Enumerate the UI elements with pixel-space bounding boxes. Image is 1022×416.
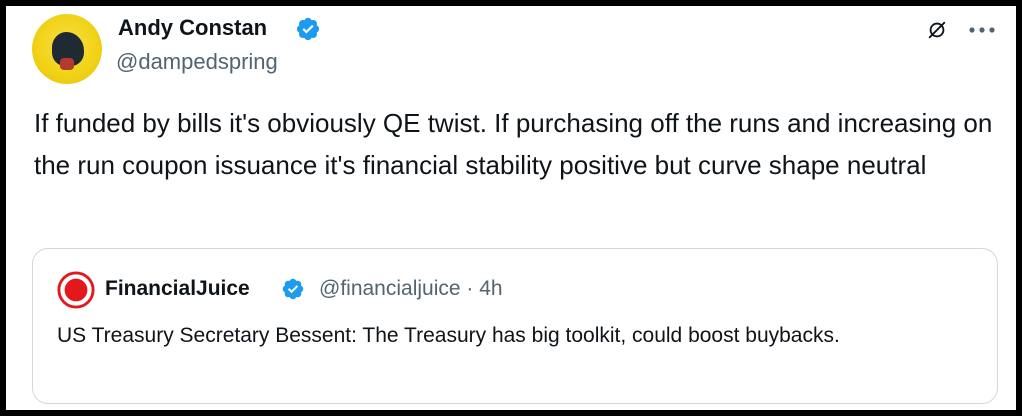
financialjuice-logo-icon[interactable] xyxy=(57,271,95,309)
quoted-timestamp[interactable]: 4h xyxy=(479,277,502,300)
tweet-text: If funded by bills it's obviously QE twi… xyxy=(34,108,993,180)
quoted-author-handle[interactable]: @financialjuice xyxy=(319,277,461,300)
verified-badge-icon xyxy=(296,17,320,41)
author-name[interactable]: Andy Constan xyxy=(118,14,267,42)
quoted-tweet-text: US Treasury Secretary Bessent: The Treas… xyxy=(57,324,840,347)
meta-separator: · xyxy=(466,277,474,300)
verified-badge-icon xyxy=(282,278,304,300)
tweet-card: Andy Constan @dampedspring If funded by … xyxy=(0,0,1022,416)
more-options-button[interactable] xyxy=(964,16,1000,44)
author-avatar[interactable] xyxy=(32,14,102,84)
more-options-icon xyxy=(969,27,995,33)
grok-icon xyxy=(928,21,946,39)
quoted-author-name[interactable]: FinancialJuice xyxy=(105,275,250,303)
quoted-meta: @financialjuice · 4h xyxy=(319,275,503,303)
avatar-detail xyxy=(60,58,74,70)
grok-button[interactable] xyxy=(923,16,951,44)
author-handle[interactable]: @dampedspring xyxy=(116,48,278,76)
quoted-tweet[interactable]: FinancialJuice @financialjuice · 4h US T… xyxy=(32,248,998,404)
